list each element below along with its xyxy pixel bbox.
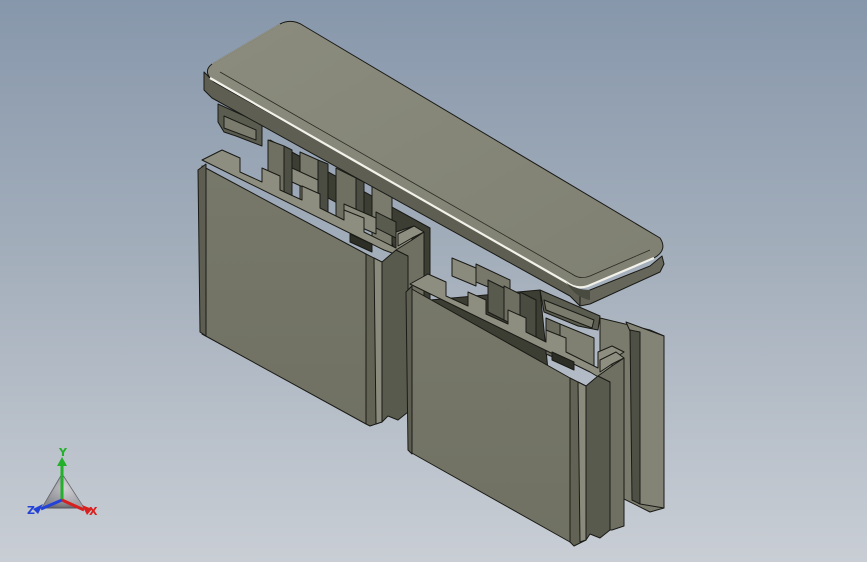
y-axis-label: Y xyxy=(59,446,67,459)
3d-model-view[interactable] xyxy=(0,0,867,562)
graphics-viewport[interactable]: Y Z X xyxy=(0,0,867,562)
orientation-triad[interactable]: Y Z X xyxy=(22,444,106,524)
x-axis-label: X xyxy=(89,505,98,518)
z-axis-label: Z xyxy=(27,504,35,517)
aluminum-profile-with-end-cap xyxy=(197,20,665,547)
